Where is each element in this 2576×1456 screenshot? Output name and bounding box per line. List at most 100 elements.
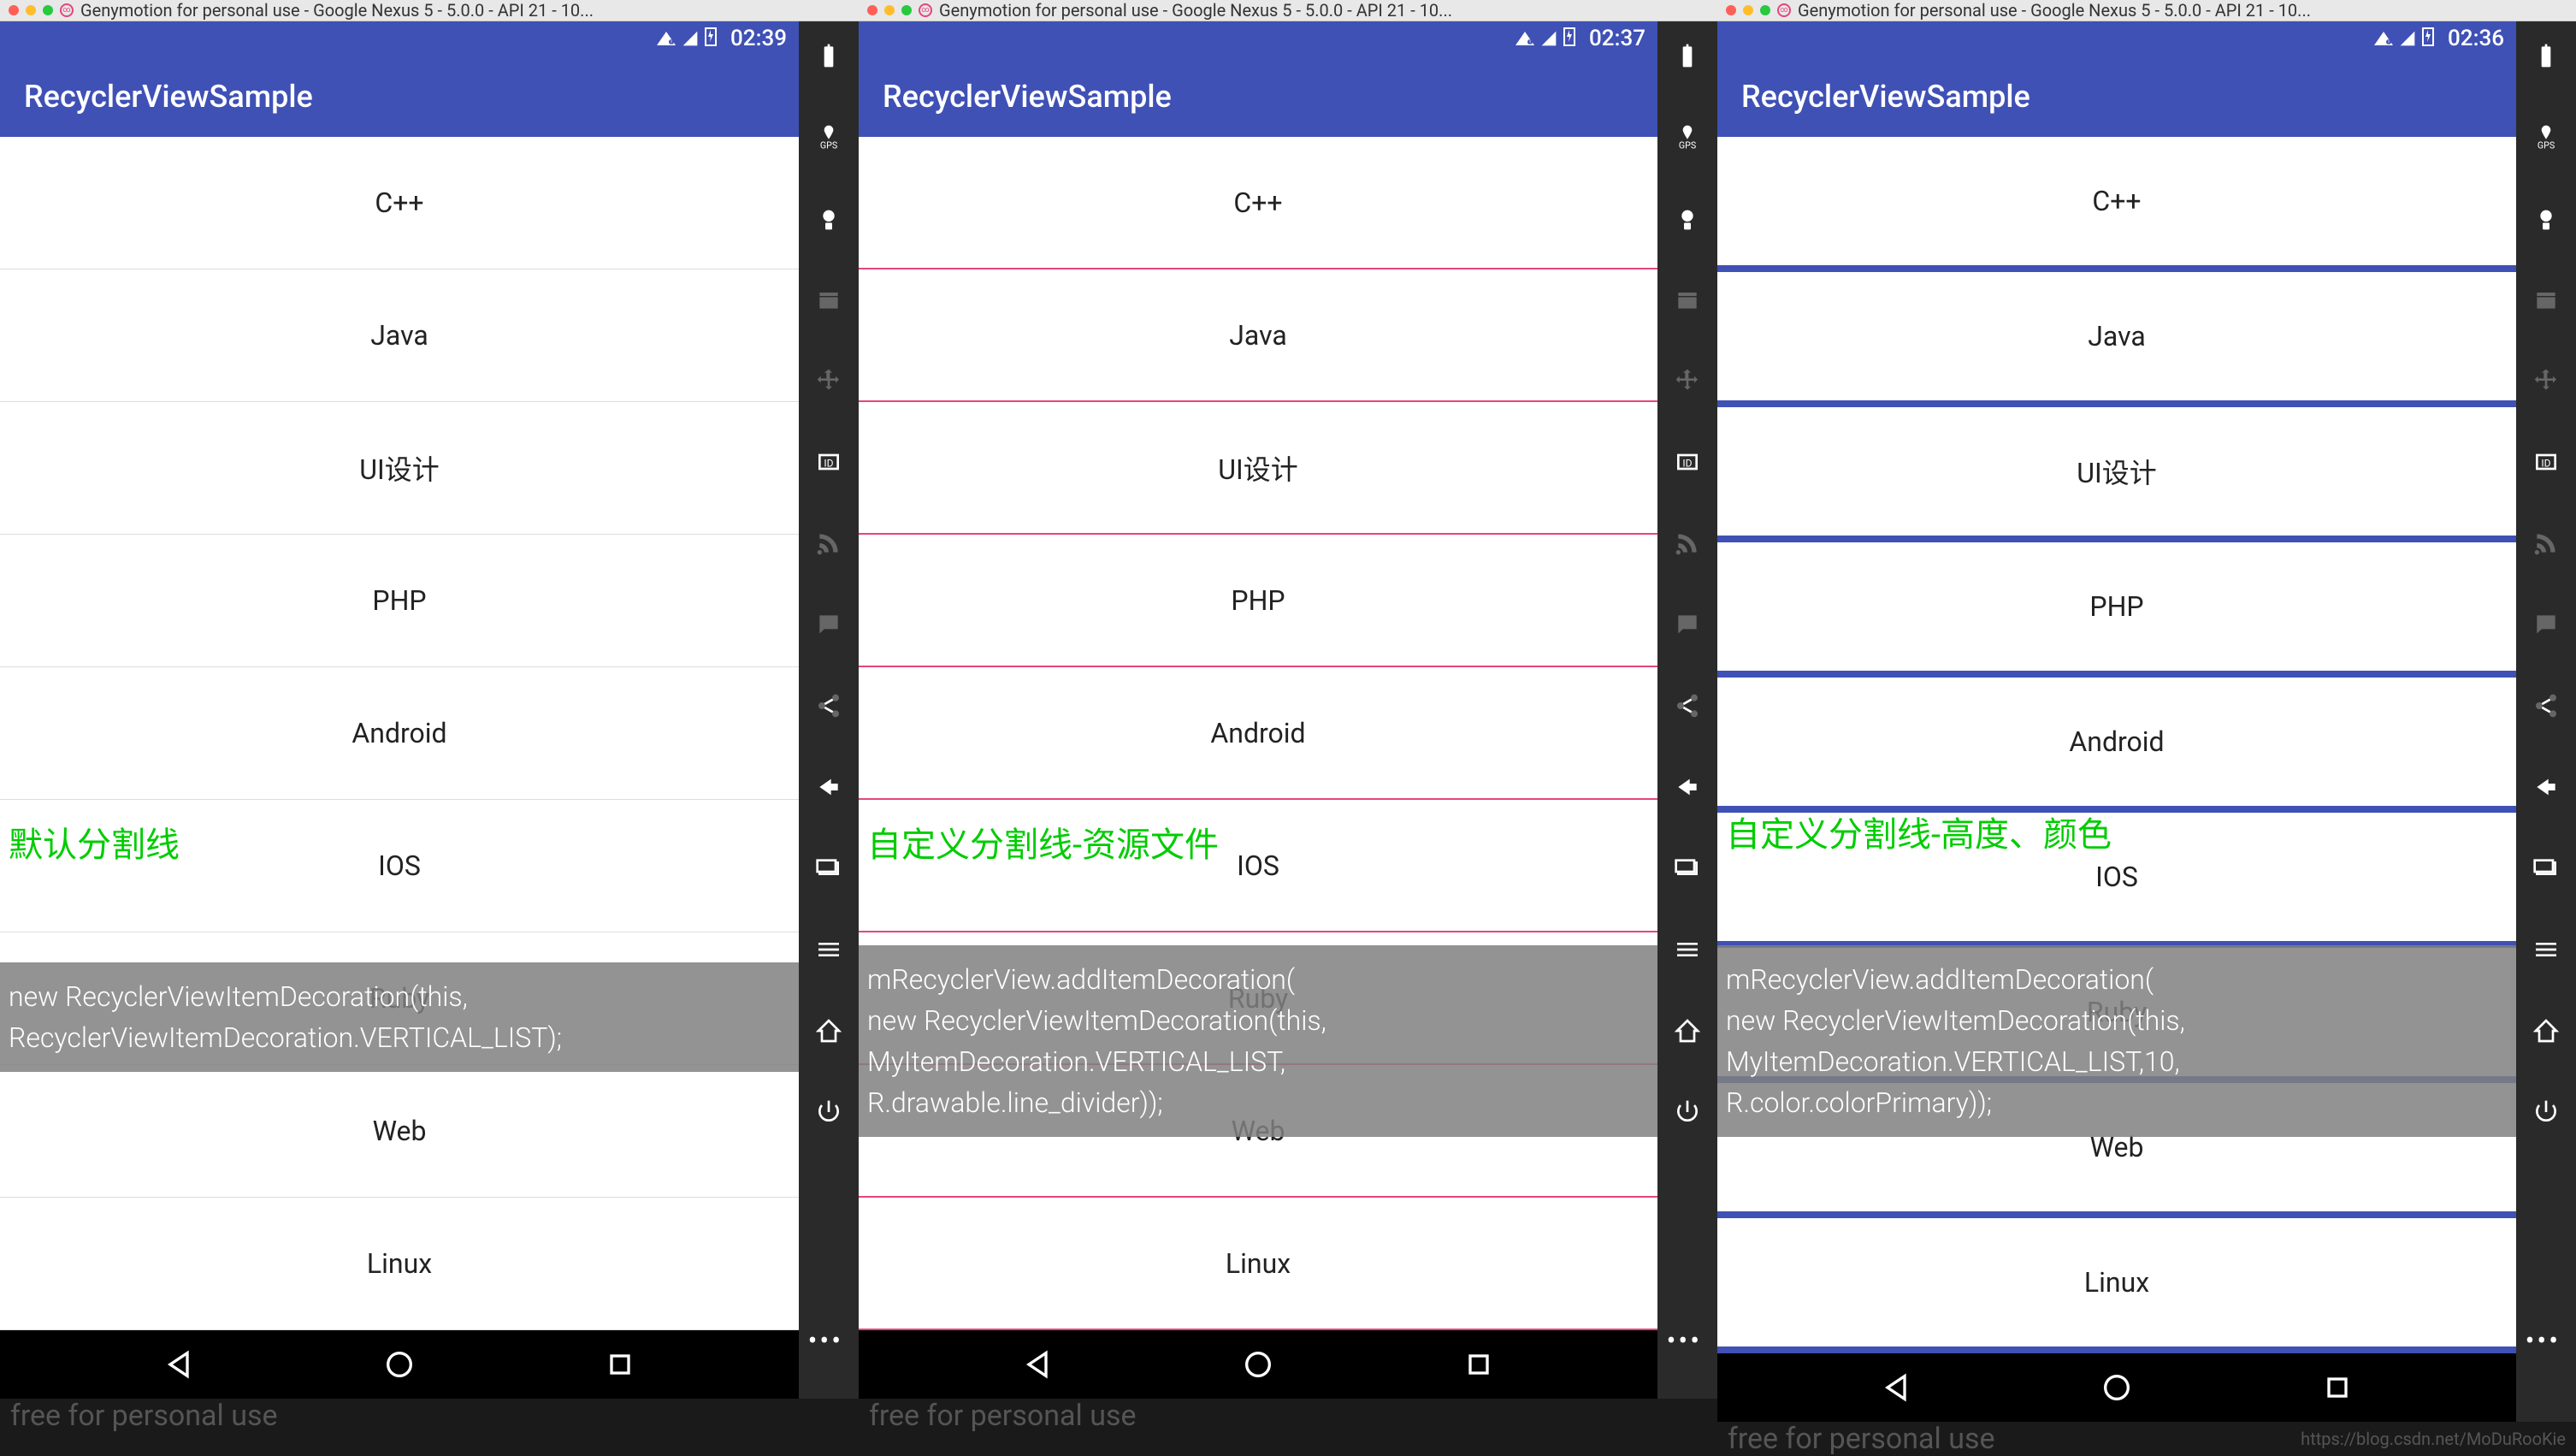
rss-icon[interactable]: [812, 526, 846, 560]
list-item[interactable]: Java: [859, 269, 1657, 402]
android-status-bar[interactable]: ! 02:39: [0, 21, 799, 56]
android-nav-bar: [859, 1330, 1657, 1399]
nav-recent-button[interactable]: [603, 1347, 637, 1382]
more-icon[interactable]: •••: [1667, 1324, 1710, 1357]
android-status-bar[interactable]: ! 02:37: [859, 21, 1657, 56]
list-item[interactable]: Linux: [0, 1198, 799, 1330]
mac-titlebar: ∞ Genymotion for personal use - Google N…: [0, 0, 859, 21]
menu-icon[interactable]: [2529, 932, 2563, 967]
back-icon[interactable]: [2529, 770, 2563, 804]
maximize-window-icon[interactable]: [1760, 5, 1770, 15]
list-item[interactable]: Web: [0, 1065, 799, 1198]
home-icon[interactable]: [2529, 1014, 2563, 1048]
android-status-bar[interactable]: ! 02:36: [1717, 21, 2516, 56]
clapper-icon[interactable]: [2529, 282, 2563, 317]
move-icon[interactable]: [812, 364, 846, 398]
window-title: Genymotion for personal use - Google Nex…: [1798, 0, 2567, 21]
chat-icon[interactable]: [2529, 607, 2563, 642]
multi-icon[interactable]: [1670, 851, 1705, 885]
clapper-icon[interactable]: [812, 282, 846, 317]
back-icon[interactable]: [1670, 770, 1705, 804]
close-window-icon[interactable]: [9, 5, 19, 15]
share-icon[interactable]: [2529, 689, 2563, 723]
rss-icon[interactable]: [2529, 526, 2563, 560]
close-window-icon[interactable]: [1726, 5, 1736, 15]
home-icon[interactable]: [1670, 1014, 1705, 1048]
traffic-lights[interactable]: [9, 5, 53, 15]
power-icon[interactable]: [812, 1095, 846, 1129]
minimize-window-icon[interactable]: [26, 5, 36, 15]
list-item[interactable]: C++: [859, 137, 1657, 269]
chat-icon[interactable]: [812, 607, 846, 642]
list-item[interactable]: UI设计: [859, 402, 1657, 535]
list-item[interactable]: UI设计: [1717, 407, 2516, 542]
camera-icon[interactable]: [2529, 201, 2563, 235]
svg-text:ID: ID: [1682, 457, 1692, 469]
list-item[interactable]: C++: [1717, 137, 2516, 272]
menu-icon[interactable]: [812, 932, 846, 967]
share-icon[interactable]: [1670, 689, 1705, 723]
move-icon[interactable]: [2529, 364, 2563, 398]
minimize-window-icon[interactable]: [1743, 5, 1753, 15]
nav-home-button[interactable]: [382, 1347, 417, 1382]
clapper-icon[interactable]: [1670, 282, 1705, 317]
nav-back-button[interactable]: [162, 1347, 196, 1382]
list-item[interactable]: PHP: [859, 535, 1657, 667]
camera-icon[interactable]: [812, 201, 846, 235]
battery-icon[interactable]: [2529, 38, 2563, 73]
svg-text:ID: ID: [824, 457, 833, 469]
power-icon[interactable]: [1670, 1095, 1705, 1129]
menu-icon[interactable]: [1670, 932, 1705, 967]
traffic-lights[interactable]: [867, 5, 912, 15]
gps-icon[interactable]: GPS: [812, 120, 846, 154]
id-icon[interactable]: ID: [2529, 445, 2563, 479]
recycler-view[interactable]: C++JavaUI设计PHPAndroidIOSRubyWebLinux自定义分…: [859, 137, 1657, 1330]
traffic-lights[interactable]: [1726, 5, 1770, 15]
nav-home-button[interactable]: [2100, 1370, 2134, 1405]
share-icon[interactable]: [812, 689, 846, 723]
maximize-window-icon[interactable]: [901, 5, 912, 15]
recycler-view[interactable]: C++JavaUI设计PHPAndroidIOSRubyWebLinux默认分割…: [0, 137, 799, 1330]
nav-back-button[interactable]: [1020, 1347, 1055, 1382]
home-icon[interactable]: [812, 1014, 846, 1048]
move-icon[interactable]: [1670, 364, 1705, 398]
more-icon[interactable]: •••: [2526, 1324, 2569, 1357]
nav-home-button[interactable]: [1241, 1347, 1275, 1382]
list-item[interactable]: Android: [1717, 678, 2516, 813]
maximize-window-icon[interactable]: [43, 5, 53, 15]
list-item[interactable]: UI设计: [0, 402, 799, 535]
power-icon[interactable]: [2529, 1095, 2563, 1129]
id-icon[interactable]: ID: [1670, 445, 1705, 479]
close-window-icon[interactable]: [867, 5, 877, 15]
emulator-footer: free for personal use: [0, 1399, 859, 1433]
list-item[interactable]: Linux: [1717, 1218, 2516, 1353]
multi-icon[interactable]: [812, 851, 846, 885]
back-icon[interactable]: [812, 770, 846, 804]
list-item[interactable]: Android: [0, 667, 799, 800]
id-icon[interactable]: ID: [812, 445, 846, 479]
list-item[interactable]: C++: [0, 137, 799, 269]
list-item[interactable]: PHP: [1717, 542, 2516, 678]
recycler-view[interactable]: C++JavaUI设计PHPAndroidIOSRubyWebLinux自定义分…: [1717, 137, 2516, 1353]
chat-icon[interactable]: [1670, 607, 1705, 642]
minimize-window-icon[interactable]: [884, 5, 895, 15]
list-item[interactable]: Java: [0, 269, 799, 402]
window-title: Genymotion for personal use - Google Nex…: [80, 0, 850, 21]
list-item[interactable]: PHP: [0, 535, 799, 667]
list-item[interactable]: Java: [1717, 272, 2516, 407]
gps-icon[interactable]: GPS: [1670, 120, 1705, 154]
battery-icon[interactable]: [1670, 38, 1705, 73]
footer-text: free for personal use: [1728, 1422, 1995, 1456]
battery-icon[interactable]: [812, 38, 846, 73]
multi-icon[interactable]: [2529, 851, 2563, 885]
rss-icon[interactable]: [1670, 526, 1705, 560]
gps-icon[interactable]: GPS: [2529, 120, 2563, 154]
nav-recent-button[interactable]: [2320, 1370, 2354, 1405]
annotation-label: 自定义分割线-高度、颜色: [1726, 807, 2112, 856]
camera-icon[interactable]: [1670, 201, 1705, 235]
more-icon[interactable]: •••: [808, 1324, 852, 1357]
list-item[interactable]: Android: [859, 667, 1657, 800]
nav-back-button[interactable]: [1879, 1370, 1913, 1405]
nav-recent-button[interactable]: [1462, 1347, 1496, 1382]
list-item[interactable]: Linux: [859, 1198, 1657, 1330]
